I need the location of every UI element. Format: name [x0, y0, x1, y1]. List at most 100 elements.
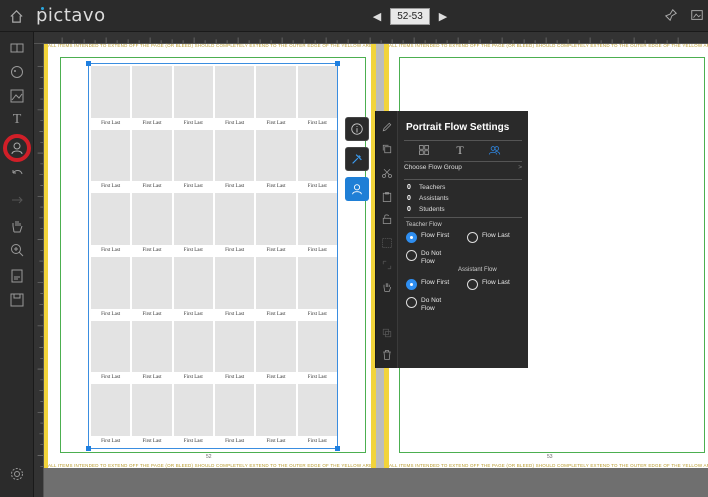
edit-icon[interactable] [379, 119, 395, 135]
portrait-grid-frame[interactable]: First Last First Last First Last First Last… [86, 61, 340, 451]
portrait-name-label: First Last [307, 120, 327, 126]
teacher-do-not-flow-radio[interactable]: Do Not Flow [406, 250, 455, 266]
portrait-cell[interactable]: First Last [256, 257, 296, 321]
portrait-cell[interactable]: First Last [256, 320, 296, 385]
chevron-right-icon: > [518, 164, 522, 171]
portrait-cell[interactable]: First Last [256, 129, 296, 194]
text-tool-icon[interactable]: T [5, 108, 29, 132]
portrait-photo-placeholder [297, 66, 337, 118]
tab-grid-icon[interactable] [416, 143, 432, 157]
left-page-number: 52 [206, 454, 212, 460]
portrait-cell[interactable]: First Last [173, 193, 213, 257]
portrait-cell[interactable]: First Last [91, 129, 131, 194]
portrait-cell[interactable]: First Last [297, 66, 337, 130]
portrait-cell[interactable]: First Last [214, 384, 255, 448]
portrait-cell[interactable]: First Last [91, 66, 131, 130]
portrait-cell[interactable]: First Last [297, 384, 337, 448]
info-icon[interactable] [345, 117, 369, 141]
portrait-cell[interactable]: First Last [173, 129, 213, 194]
portrait-photo-placeholder [173, 257, 213, 309]
portrait-flow-icon[interactable] [345, 177, 369, 201]
preview-icon[interactable] [690, 8, 706, 24]
student-count: 0 Students [407, 206, 445, 213]
portrait-cell[interactable]: First Last [256, 66, 296, 130]
divider [404, 140, 522, 141]
portrait-cell[interactable]: First Last [91, 384, 131, 448]
portrait-cell[interactable]: First Last [91, 257, 131, 321]
portrait-cell[interactable]: First Last [132, 129, 172, 194]
photos-icon[interactable] [5, 84, 29, 108]
portrait-cell[interactable]: First Last [173, 320, 213, 385]
copy-icon[interactable] [379, 141, 395, 157]
settings-gear-icon[interactable] [5, 462, 29, 486]
layout-icon[interactable] [5, 36, 29, 60]
portrait-name-label: First Last [225, 375, 245, 381]
portrait-cell[interactable]: First Last [173, 257, 213, 321]
radio-label: Flow First [421, 279, 450, 286]
unlock-icon[interactable] [379, 211, 395, 227]
trash-icon[interactable] [379, 347, 395, 363]
portrait-cell[interactable]: First Last [214, 193, 255, 257]
portrait-grid: First Last First Last First Last First Last… [91, 66, 337, 448]
teacher-flow-first-radio[interactable]: Flow First [406, 232, 455, 243]
portrait-cell[interactable]: First Last [91, 193, 131, 257]
assistant-flow-first-radio[interactable]: Flow First [406, 279, 455, 290]
portrait-cell[interactable]: First Last [256, 384, 296, 448]
portrait-cell[interactable]: First Last [214, 66, 255, 130]
next-page-button[interactable]: ▶ [436, 9, 450, 25]
ungroup-icon[interactable] [379, 257, 395, 273]
choose-flow-group[interactable]: Choose Flow Group > [404, 164, 522, 176]
previous-page-button[interactable]: ◀ [370, 9, 384, 25]
portrait-cell[interactable]: First Last [173, 384, 213, 448]
portrait-photo-placeholder [214, 129, 255, 182]
arrange-icon[interactable] [379, 325, 395, 341]
portrait-photo-placeholder [297, 129, 337, 182]
cut-icon[interactable] [379, 165, 395, 181]
portrait-photo-placeholder [214, 384, 255, 436]
teacher-flow-last-radio[interactable]: Flow Last [467, 232, 516, 243]
paste-icon[interactable] [379, 189, 395, 205]
portrait-cell[interactable]: First Last [214, 320, 255, 385]
zoom-icon[interactable] [5, 238, 29, 262]
portrait-name-label: First Last [307, 184, 327, 190]
portrait-cell[interactable]: First Last [214, 129, 255, 194]
portrait-tool-icon[interactable] [5, 136, 29, 160]
radio-label: Do Not Flow [421, 297, 442, 312]
assistant-flow-last-radio[interactable]: Flow Last [467, 279, 516, 290]
undo-icon[interactable] [5, 162, 29, 186]
page-number-field[interactable]: 52-53 [390, 8, 430, 25]
portrait-cell[interactable]: First Last [297, 320, 337, 385]
portrait-cell[interactable]: First Last [132, 384, 172, 448]
portrait-photo-placeholder [91, 257, 131, 309]
portrait-cell[interactable]: First Last [297, 129, 337, 194]
redo-icon[interactable] [5, 188, 29, 212]
save-icon[interactable] [5, 288, 29, 312]
portrait-cell[interactable]: First Last [173, 66, 213, 130]
tab-text-icon[interactable]: T [452, 143, 468, 157]
home-icon[interactable] [4, 4, 28, 28]
portrait-cell[interactable]: First Last [132, 257, 172, 321]
drag-hand-icon[interactable] [379, 279, 395, 295]
left-page[interactable]: ALL ITEMS INTENDED TO EXTEND OFF THE PAG… [44, 43, 376, 468]
count-value: 0 [407, 195, 411, 202]
tools-icon[interactable] [345, 147, 369, 171]
portrait-cell[interactable]: First Last [297, 193, 337, 257]
portrait-cell[interactable]: First Last [132, 193, 172, 257]
portrait-cell[interactable]: First Last [256, 193, 296, 257]
pin-icon[interactable] [664, 8, 680, 24]
portrait-cell[interactable]: First Last [297, 257, 337, 321]
tab-people-icon[interactable] [486, 143, 502, 157]
choose-flow-group-label: Choose Flow Group [404, 164, 462, 171]
portrait-name-label: First Last [307, 311, 327, 317]
page-settings-icon[interactable] [5, 264, 29, 288]
backgrounds-icon[interactable] [5, 60, 29, 84]
group-icon[interactable] [379, 235, 395, 251]
portrait-cell[interactable]: First Last [132, 320, 172, 385]
assistant-do-not-flow-radio[interactable]: Do Not Flow [406, 297, 455, 313]
panel-title: Portrait Flow Settings [406, 122, 510, 133]
portrait-cell[interactable]: First Last [91, 320, 131, 385]
portrait-photo-placeholder [91, 129, 131, 182]
portrait-cell[interactable]: First Last [214, 257, 255, 321]
portrait-cell[interactable]: First Last [132, 66, 172, 130]
hand-tool-icon[interactable] [5, 214, 29, 238]
